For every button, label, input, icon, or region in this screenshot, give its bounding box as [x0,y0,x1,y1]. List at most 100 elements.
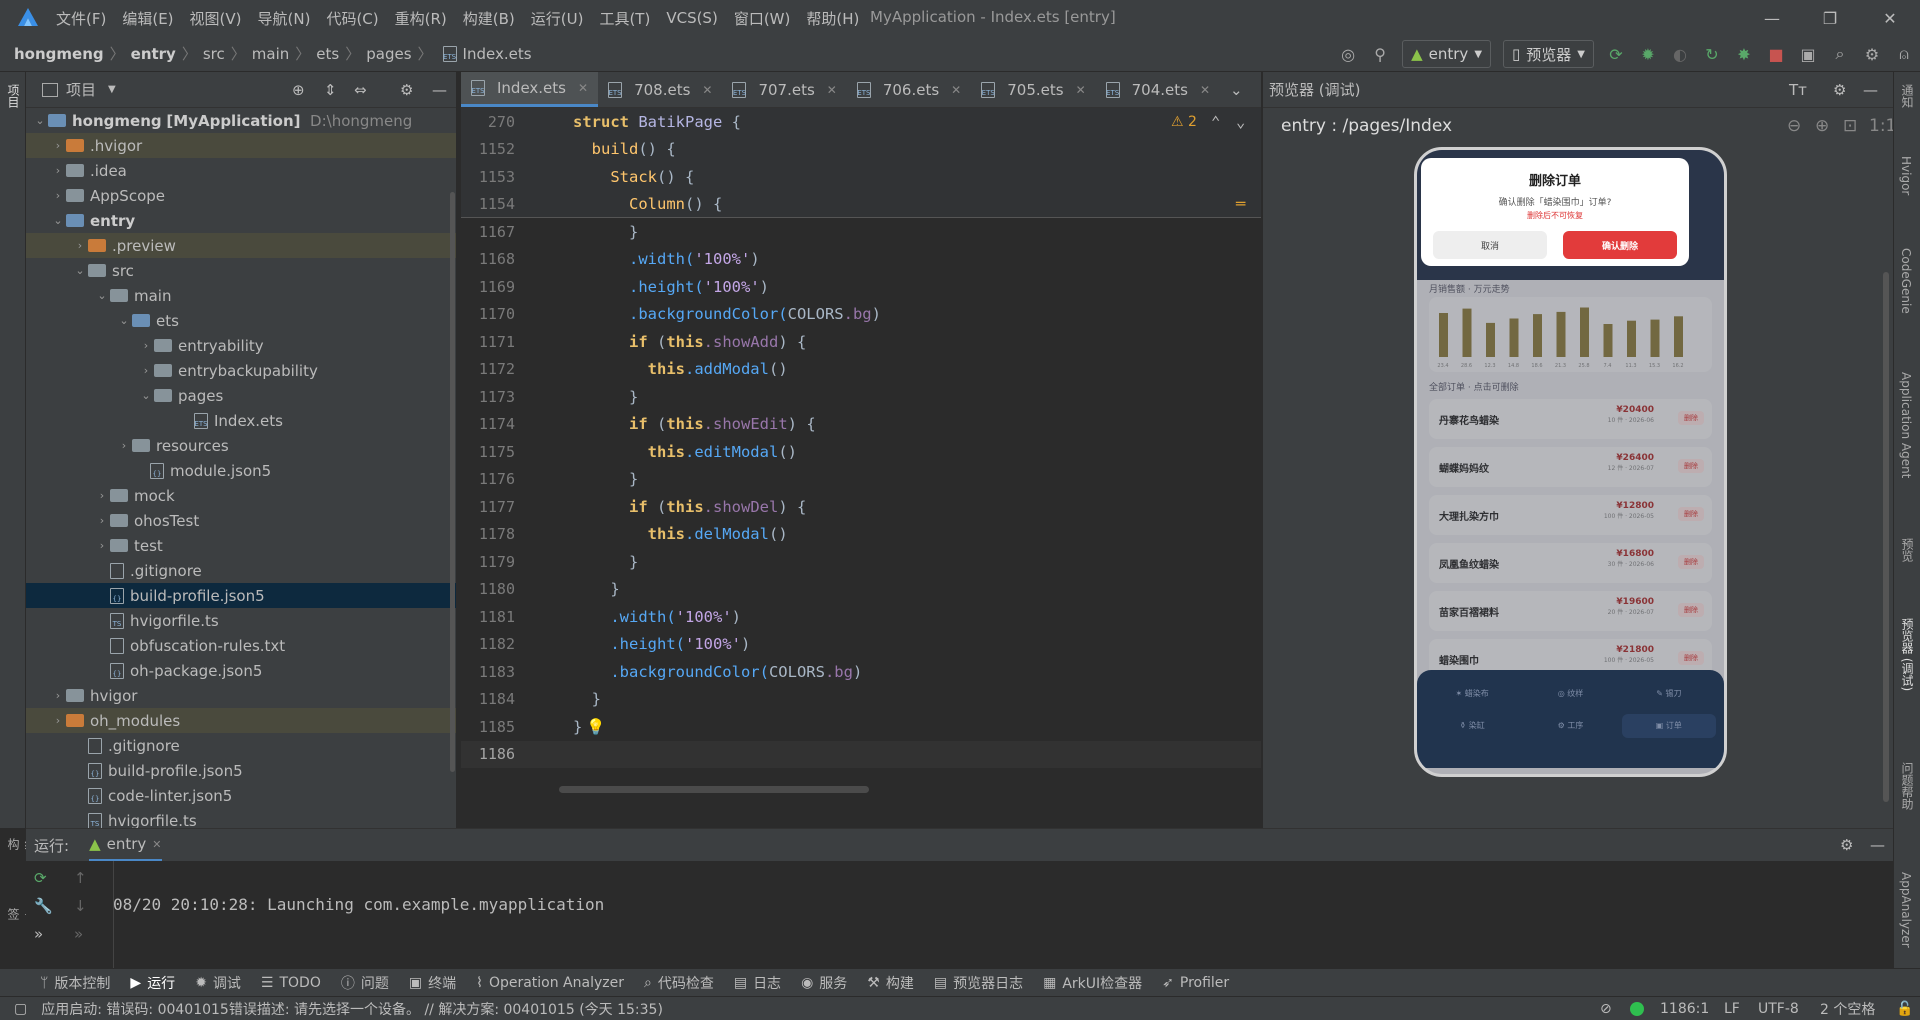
menu-edit[interactable]: 编辑(E) [122,8,173,29]
tree-node-root[interactable]: ⌄ hongmeng [MyApplication] D:\hongmeng [26,108,456,133]
menu-build[interactable]: 构建(B) [463,8,515,29]
menu-navigate[interactable]: 导航(N) [258,8,311,29]
project-tool-tab[interactable]: 项目 [5,84,22,108]
code-area[interactable]: 270 struct BatikPage {⚠ 2 ⌃ ⌄ 1152 build() … [461,108,1261,792]
menu-tools[interactable]: 工具(T) [599,8,650,29]
lock-icon[interactable]: 🔓 [1896,1001,1913,1017]
close-icon[interactable]: ✕ [152,838,161,851]
breadcrumb-ets[interactable]: ets [316,45,339,63]
collapse-all-icon[interactable]: ⇔ [354,81,367,99]
device-select[interactable]: ▯ 预览器 ▼ [1503,40,1594,68]
tool-run[interactable]: ▶ 运行 [130,973,175,993]
tree-node-obfuscation[interactable]: obfuscation-rules.txt [26,633,456,658]
layout-icon[interactable]: ▢ [14,1001,27,1017]
device-manager-icon[interactable]: ▣ [1792,40,1824,68]
zoom-in-icon[interactable]: ⊕ [1815,116,1829,136]
hide-panel-icon[interactable]: — [432,81,447,99]
avatar[interactable]: ⍝ [1888,40,1920,68]
fit-screen-icon[interactable]: ⊡ [1843,116,1857,136]
file-encoding[interactable]: UTF-8 [1758,1001,1799,1017]
stop-icon[interactable]: ■ [1760,40,1792,68]
tool-code-check[interactable]: ⌕ 代码检查 [644,973,714,993]
expand-all-icon[interactable]: ⇕ [324,81,337,99]
indent-setting[interactable]: 2 个空格 [1820,999,1875,1019]
tool-todo[interactable]: ☰ TODO [261,975,321,991]
chevron-down-icon[interactable]: ⌄ [1236,113,1245,131]
problem-help-tool-tab[interactable]: 问题帮助 [1899,762,1916,810]
hook-icon[interactable]: ⚲ [1364,40,1396,68]
breadcrumb-pages[interactable]: pages [366,45,411,63]
tree-node-oh-package[interactable]: {} oh-package.json5 [26,658,456,683]
locate-icon[interactable]: ⊕ [292,81,305,99]
tree-node-idea[interactable]: › .idea [26,158,456,183]
expand-icon[interactable]: » [74,925,87,953]
tool-log[interactable]: ▤ 日志 [734,973,781,993]
tree-scrollbar[interactable] [450,192,455,772]
chevron-up-icon[interactable]: ⌃ [1211,113,1220,131]
tree-node-root-gitignore[interactable]: .gitignore [26,733,456,758]
dialog-confirm-button[interactable]: 确认删除 [1563,231,1677,259]
tree-node-hvigor[interactable]: › .hvigor [26,133,456,158]
run-tab-entry[interactable]: ▲ entry ✕ [89,829,162,861]
menu-refactor[interactable]: 重构(R) [395,8,447,29]
tree-node-module-json5[interactable]: {} module.json5 [26,458,456,483]
status-message[interactable]: 应用启动: 错误码: 00401015错误描述: 请先选择一个设备。 // 解决… [41,999,663,1019]
breadcrumb-index-ets[interactable]: Index.ets [463,45,532,63]
application-agent-tool-tab[interactable]: Application Agent [1899,372,1913,478]
close-icon[interactable]: ✕ [827,83,837,97]
menu-file[interactable]: 文件(F) [56,8,106,29]
close-icon[interactable]: ✕ [1076,83,1086,97]
tree-node-oh-modules[interactable]: › oh_modules [26,708,456,733]
close-icon[interactable]: ✕ [578,81,588,95]
gear-icon[interactable]: ⚙ [400,81,413,99]
hide-panel-icon[interactable]: — [1870,836,1885,854]
tab-708[interactable]: ETS 708.ets ✕ [598,72,722,107]
fold-marker-icon[interactable]: ═ [1236,195,1245,213]
gear-icon[interactable]: ⚙ [1840,836,1853,854]
preview-scrollbar[interactable] [1883,272,1889,802]
close-icon[interactable]: ✕ [951,83,961,97]
tool-problems[interactable]: ⓘ 问题 [341,973,389,993]
target-icon[interactable]: ◎ [1332,40,1364,68]
tree-node-root-hvigorfile[interactable]: TS hvigorfile.ts [26,808,456,828]
tree-node-root-build-profile[interactable]: {} build-profile.json5 [26,758,456,783]
tree-node-test[interactable]: › test [26,533,456,558]
warning-icon[interactable]: ⚠ 2 [1171,114,1197,130]
menu-vcs[interactable]: VCS(S) [666,9,717,27]
tree-node-resources[interactable]: › resources [26,433,456,458]
down-arrow-icon[interactable]: ↓ [74,897,87,925]
tree-node-mock[interactable]: › mock [26,483,456,508]
line-separator[interactable]: LF [1724,1001,1740,1017]
close-icon[interactable]: ✕ [702,83,712,97]
codegenie-tool-tab[interactable]: CodeGenie [1899,248,1913,314]
notifications-tool-tab[interactable]: 通知 [1899,84,1916,108]
text-size-icon[interactable]: Tт [1789,81,1807,99]
tree-node-gitignore[interactable]: .gitignore [26,558,456,583]
previewer-debug-tool-tab[interactable]: 预览器 (调试) [1899,618,1916,691]
tool-arkui-inspector[interactable]: ▦ ArkUI检查器 [1043,973,1142,993]
tree-node-pages[interactable]: ⌄ pages [26,383,456,408]
breadcrumb-main[interactable]: main [252,45,289,63]
menu-code[interactable]: 代码(C) [326,8,378,29]
close-window-icon[interactable]: ✕ [1862,0,1918,36]
tree-node-ohostest[interactable]: › ohosTest [26,508,456,533]
no-device-icon[interactable]: ⊘ [1600,1001,1612,1017]
horizontal-scrollbar[interactable] [559,786,869,793]
lightbulb-icon[interactable]: 💡 [586,718,605,736]
preview-tool-tab[interactable]: 预览 [1899,538,1916,562]
hide-panel-icon[interactable]: — [1863,81,1878,99]
chevron-down-icon[interactable]: ▼ [108,84,116,95]
up-arrow-icon[interactable]: ↑ [74,869,87,897]
tree-node-hvigor-dir[interactable]: › hvigor [26,683,456,708]
tool-profiler[interactable]: ➶ Profiler [1162,975,1229,991]
tree-node-entry[interactable]: ⌄ entry [26,208,456,233]
cursor-position[interactable]: 1186:1 [1660,1001,1709,1017]
hvigor-tool-tab[interactable]: Hvigor [1899,156,1913,195]
tree-node-hvigorfile[interactable]: TS hvigorfile.ts [26,608,456,633]
tool-terminal[interactable]: ▣ 终端 [409,973,456,993]
menu-window[interactable]: 窗口(W) [734,8,791,29]
attach-debugger-icon[interactable]: ◐ [1664,40,1696,68]
appanalyzer-tool-tab[interactable]: AppAnalyzer [1899,872,1913,948]
maximize-icon[interactable]: ❐ [1802,0,1858,36]
tree-node-main[interactable]: ⌄ main [26,283,456,308]
